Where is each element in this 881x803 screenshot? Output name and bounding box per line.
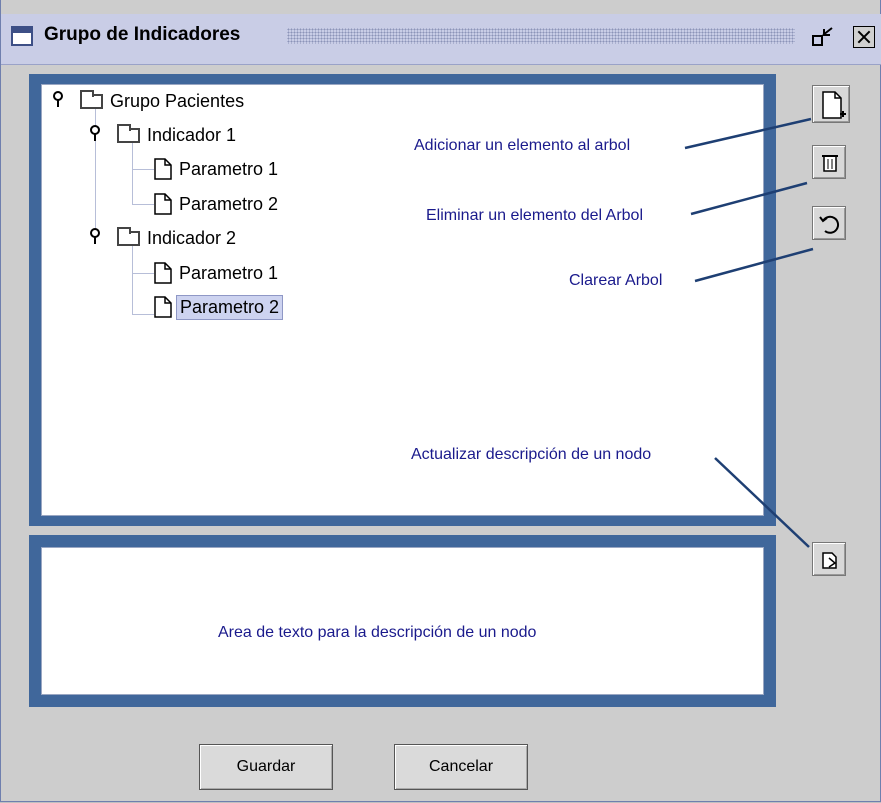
title-bar-grip	[287, 28, 795, 44]
window-title: Grupo de Indicadores	[44, 24, 241, 45]
annotation-clear: Clarear Arbol	[569, 272, 663, 289]
tree-node-label: Parametro 1	[179, 262, 279, 283]
refresh-icon	[819, 215, 840, 234]
tree-node-label: Indicador 1	[147, 124, 237, 145]
tree-line	[132, 273, 154, 274]
document-icon	[154, 262, 172, 284]
tree-node-parametro-1[interactable]: Parametro 1	[154, 156, 281, 182]
description-textarea[interactable]: Area de texto para la descripción de un …	[41, 547, 764, 695]
tree-node-indicador-1[interactable]: Indicador 1	[117, 122, 239, 148]
title-bar[interactable]: Grupo de Indicadores	[1, 14, 881, 65]
window-icon	[11, 26, 33, 46]
annotation-add: Adicionar un elemento al arbol	[414, 137, 631, 154]
document-icon	[154, 296, 172, 318]
tree-node-label: Parametro 2	[176, 294, 284, 320]
tree-node-label: Indicador 2	[147, 227, 237, 248]
tree-node-parametro-2[interactable]: Parametro 2	[154, 191, 281, 217]
dialog-window: Grupo de Indicadores Grupo Pacientes Ind…	[0, 0, 881, 802]
tree-node-label: Grupo Pacientes	[110, 90, 245, 111]
cancel-button[interactable]: Cancelar	[394, 744, 528, 790]
tree-panel[interactable]: Grupo Pacientes Indicador 1 Parametro 1 …	[41, 84, 764, 516]
tree-node-label: Parametro 1	[179, 158, 279, 179]
description-panel-border: Area de texto para la descripción de un …	[29, 535, 776, 707]
update-description-button[interactable]	[812, 542, 846, 576]
expand-toggle-icon[interactable]	[89, 228, 101, 246]
annotation-delete: Eliminar un elemento del Arbol	[426, 207, 644, 224]
expand-toggle-icon[interactable]	[89, 125, 101, 143]
tree-line	[132, 204, 154, 205]
document-icon	[154, 158, 172, 180]
minimize-icon[interactable]	[811, 26, 835, 48]
tree-node-parametro-2-selected[interactable]: Parametro 2	[154, 294, 284, 320]
tree-panel-border: Grupo Pacientes Indicador 1 Parametro 1 …	[29, 74, 776, 526]
add-element-button[interactable]	[812, 85, 850, 123]
tree-node-parametro-1[interactable]: Parametro 1	[154, 260, 281, 286]
tree-view[interactable]: Grupo Pacientes Indicador 1 Parametro 1 …	[42, 85, 763, 515]
close-icon[interactable]	[853, 26, 875, 48]
description-placeholder: Area de texto para la descripción de un …	[218, 624, 537, 641]
tree-node-root[interactable]: Grupo Pacientes	[80, 88, 247, 114]
folder-icon	[117, 123, 140, 143]
folder-icon	[117, 226, 140, 246]
trash-icon	[822, 155, 838, 172]
clear-tree-button[interactable]	[812, 206, 846, 240]
tree-node-indicador-2[interactable]: Indicador 2	[117, 225, 239, 251]
delete-element-button[interactable]	[812, 145, 846, 179]
tree-line	[132, 169, 154, 170]
tree-line	[132, 314, 154, 315]
folder-icon	[80, 89, 103, 109]
save-button[interactable]: Guardar	[199, 744, 333, 790]
tree-line	[132, 142, 133, 204]
document-icon	[154, 193, 172, 215]
edit-document-icon	[822, 552, 837, 569]
expand-toggle-icon[interactable]	[52, 91, 64, 109]
tree-line	[132, 245, 133, 315]
annotation-update: Actualizar descripción de un nodo	[411, 446, 652, 463]
new-document-icon	[822, 91, 846, 119]
tree-node-label: Parametro 2	[179, 193, 279, 214]
